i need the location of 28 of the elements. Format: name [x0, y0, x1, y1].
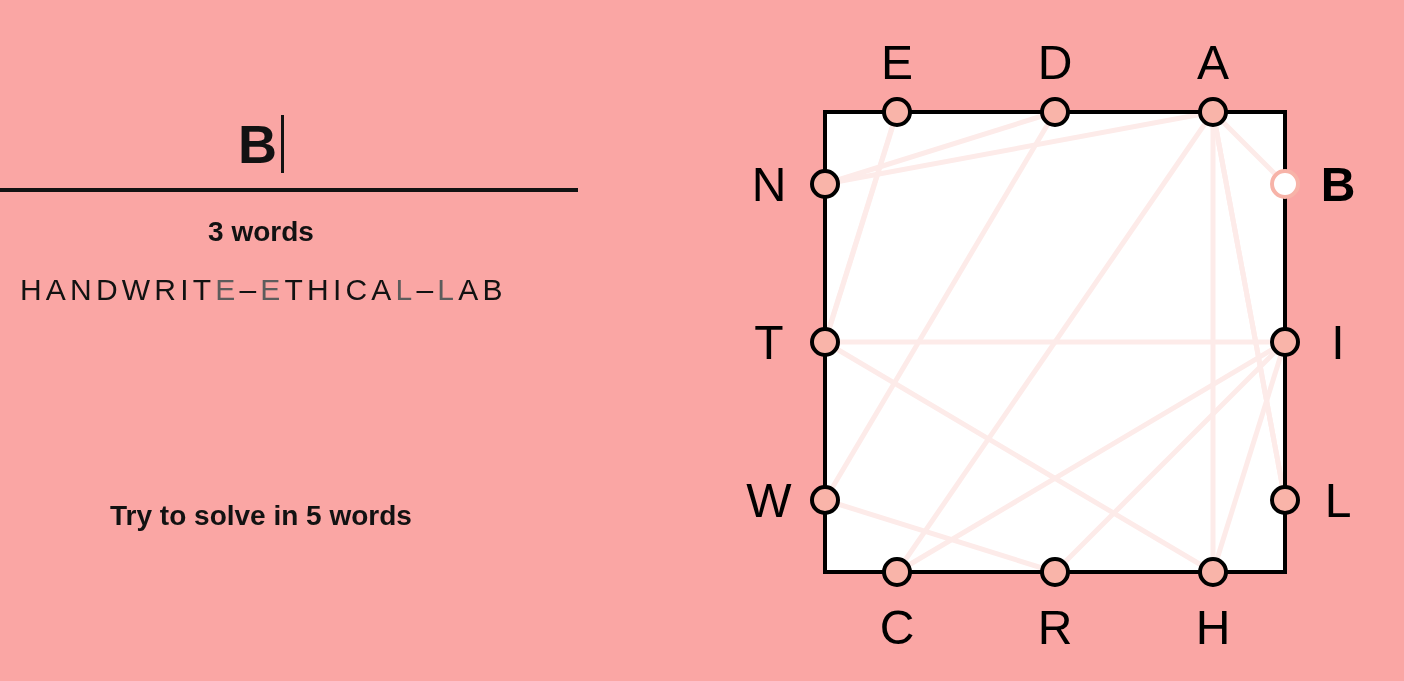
letter-label: B: [1320, 157, 1356, 211]
letter-dot-icon[interactable]: [882, 557, 912, 587]
letter-dot-icon[interactable]: [810, 169, 840, 199]
letter-label: D: [1037, 35, 1073, 89]
solution-words: HANDWRITE–ETHICA L–LAB: [20, 273, 507, 307]
letter-dot-icon[interactable]: [810, 485, 840, 515]
letter-dot-icon[interactable]: [1270, 485, 1300, 515]
letter-label: L: [1324, 473, 1352, 527]
letter-dot-icon[interactable]: [1198, 557, 1228, 587]
word-count: 3 words: [208, 216, 314, 248]
letter-label: R: [1037, 600, 1073, 654]
letter-label: H: [1195, 600, 1231, 654]
letter-label: N: [751, 157, 787, 211]
letter-label: T: [754, 315, 784, 369]
letter-label: W: [746, 473, 792, 527]
letter-label: C: [879, 600, 915, 654]
goal-hint: Try to solve in 5 words: [110, 500, 412, 532]
letter-dot-icon[interactable]: [1198, 97, 1228, 127]
letter-dot-icon[interactable]: [1040, 97, 1070, 127]
letter-dot-icon[interactable]: [810, 327, 840, 357]
word-input-field[interactable]: B: [0, 100, 578, 192]
letter-label: A: [1197, 35, 1229, 89]
letter-label: E: [881, 35, 913, 89]
letter-dot-icon[interactable]: [882, 97, 912, 127]
letter-label: I: [1331, 315, 1345, 369]
text-cursor-icon: [281, 115, 284, 173]
letter-dot-icon[interactable]: [1040, 557, 1070, 587]
letter-dot-icon[interactable]: [1270, 327, 1300, 357]
